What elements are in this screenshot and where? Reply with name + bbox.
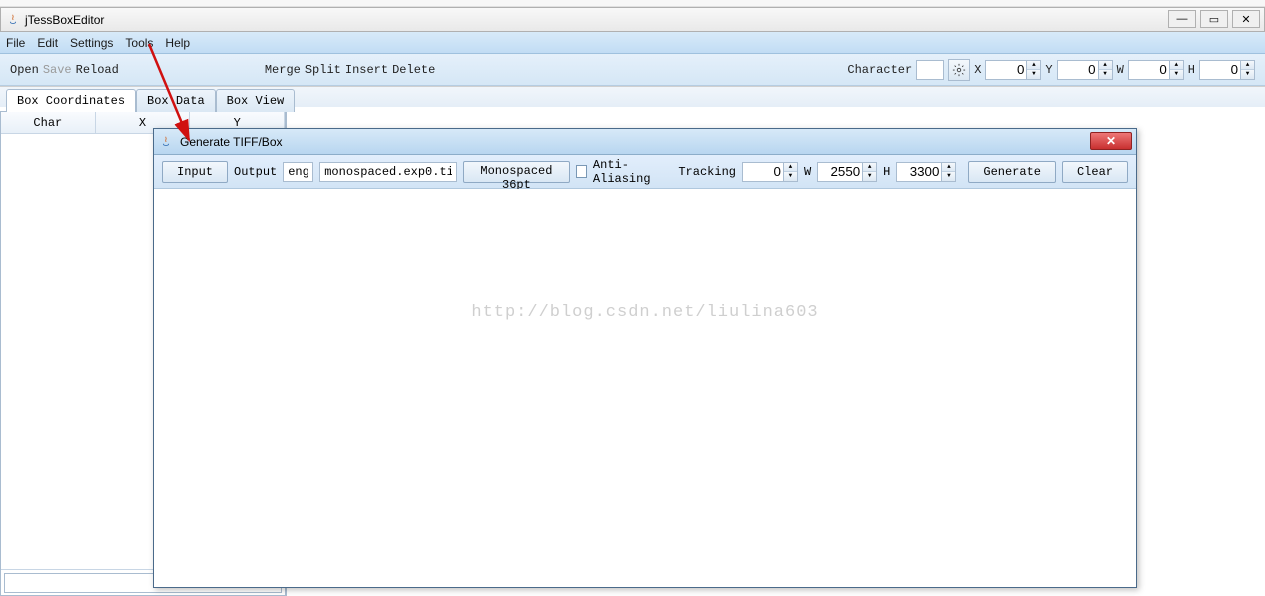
- w-label: W: [1117, 63, 1124, 77]
- java-icon: [5, 12, 21, 28]
- character-input[interactable]: [916, 60, 944, 80]
- generate-dialog: Generate TIFF/Box ✕ Input Output Monospa…: [153, 128, 1137, 588]
- x-label: X: [974, 63, 981, 77]
- maximize-button[interactable]: ▭: [1200, 10, 1228, 28]
- watermark-text: http://blog.csdn.net/liulina603: [471, 303, 818, 322]
- menu-help[interactable]: Help: [165, 36, 190, 50]
- y-spinner[interactable]: ▲▼: [1057, 60, 1113, 80]
- anti-aliasing-checkbox[interactable]: [576, 165, 587, 178]
- main-titlebar: jTessBoxEditor — ▭ ✕: [0, 7, 1265, 32]
- h-spinner[interactable]: ▲▼: [1199, 60, 1255, 80]
- reload-button[interactable]: Reload: [76, 63, 119, 77]
- input-button[interactable]: Input: [162, 161, 228, 183]
- tracking-spinner[interactable]: ▲▼: [742, 162, 798, 182]
- dialog-h-spinner[interactable]: ▲▼: [896, 162, 956, 182]
- tab-box-view[interactable]: Box View: [216, 89, 296, 112]
- font-button[interactable]: Monospaced 36pt: [463, 161, 569, 183]
- y-label: Y: [1045, 63, 1052, 77]
- close-button[interactable]: ✕: [1232, 10, 1260, 28]
- output-file-input[interactable]: [319, 162, 457, 182]
- merge-button[interactable]: Merge: [265, 63, 301, 77]
- explorer-row: [0, 0, 1265, 7]
- delete-button[interactable]: Delete: [392, 63, 435, 77]
- menu-edit[interactable]: Edit: [37, 36, 58, 50]
- dialog-titlebar: Generate TIFF/Box ✕: [154, 129, 1136, 155]
- split-button[interactable]: Split: [305, 63, 341, 77]
- dialog-w-label: W: [804, 165, 811, 179]
- w-spinner[interactable]: ▲▼: [1128, 60, 1184, 80]
- dialog-body: http://blog.csdn.net/liulina603: [154, 189, 1136, 587]
- character-label: Character: [847, 63, 912, 77]
- open-button[interactable]: Open: [10, 63, 39, 77]
- h-label: H: [1188, 63, 1195, 77]
- menu-settings[interactable]: Settings: [70, 36, 113, 50]
- col-char[interactable]: Char: [1, 112, 96, 133]
- menubar: File Edit Settings Tools Help: [0, 32, 1265, 54]
- gear-icon[interactable]: [948, 59, 970, 81]
- menu-tools[interactable]: Tools: [125, 36, 153, 50]
- insert-button[interactable]: Insert: [345, 63, 388, 77]
- generate-button[interactable]: Generate: [968, 161, 1056, 183]
- x-spinner[interactable]: ▲▼: [985, 60, 1041, 80]
- java-icon: [158, 134, 174, 150]
- main-toolbar: Open Save Reload Merge Split Insert Dele…: [0, 54, 1265, 86]
- tracking-label: Tracking: [678, 165, 736, 179]
- anti-aliasing-label: Anti-Aliasing: [593, 158, 672, 186]
- window-title: jTessBoxEditor: [25, 13, 104, 27]
- menu-file[interactable]: File: [6, 36, 25, 50]
- tab-box-coordinates[interactable]: Box Coordinates: [6, 89, 136, 112]
- output-label: Output: [234, 165, 277, 179]
- clear-button[interactable]: Clear: [1062, 161, 1128, 183]
- dialog-w-spinner[interactable]: ▲▼: [817, 162, 877, 182]
- minimize-button[interactable]: —: [1168, 10, 1196, 28]
- output-prefix-input[interactable]: [283, 162, 313, 182]
- dialog-title: Generate TIFF/Box: [180, 135, 283, 149]
- save-button[interactable]: Save: [43, 63, 72, 77]
- dialog-h-label: H: [883, 165, 890, 179]
- tab-box-data[interactable]: Box Data: [136, 89, 216, 112]
- dialog-close-button[interactable]: ✕: [1090, 132, 1132, 150]
- dialog-toolbar: Input Output Monospaced 36pt Anti-Aliasi…: [154, 155, 1136, 189]
